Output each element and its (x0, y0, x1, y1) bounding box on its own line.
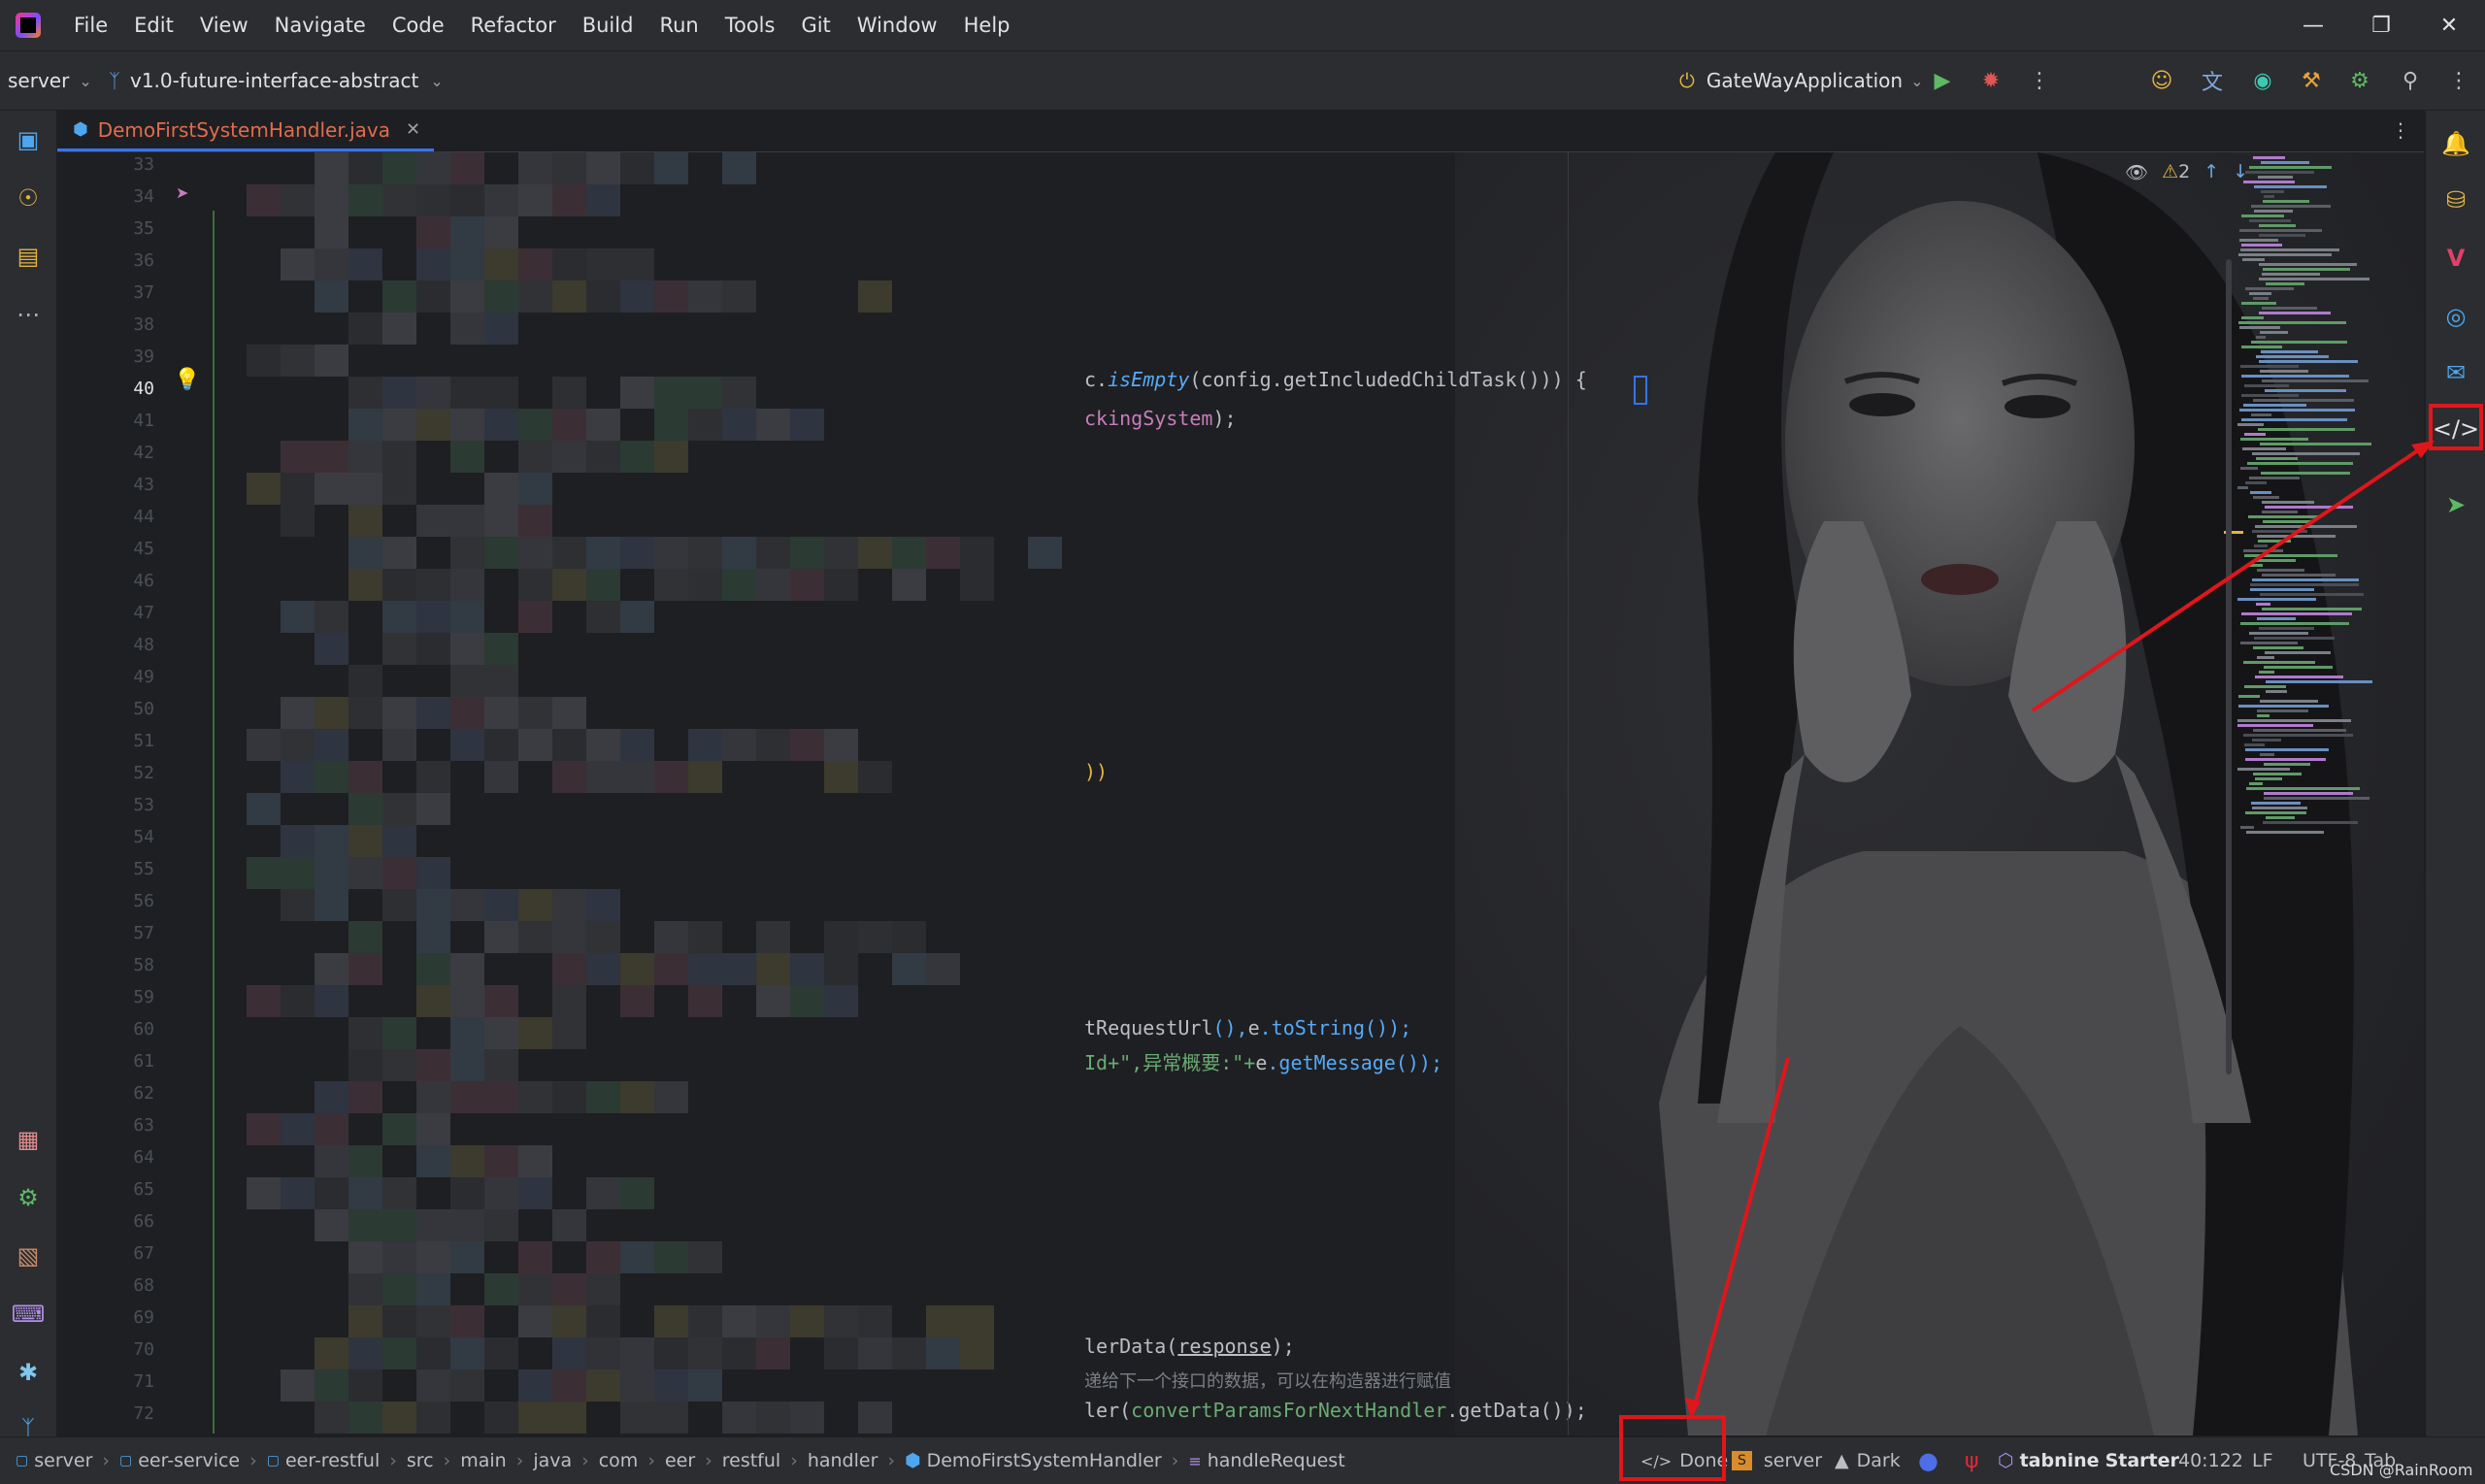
highlight-box-done (1619, 1415, 1726, 1481)
tabnine-label: tabnine (2019, 1450, 2100, 1471)
caret-position[interactable]: 40:122 (2178, 1437, 2243, 1484)
breadcrumb-item[interactable]: handleRequest (1208, 1450, 1345, 1471)
annotation-arrow-top (2031, 446, 2423, 712)
chevron-right-icon: › (581, 1450, 589, 1471)
breadcrumb-item[interactable]: handler (808, 1450, 878, 1471)
breadcrumb-item[interactable]: server (34, 1450, 92, 1471)
breadcrumb-item[interactable]: src (407, 1450, 434, 1471)
server-icon: S (1732, 1451, 1752, 1470)
breadcrumb-item[interactable]: restful (722, 1450, 780, 1471)
breadcrumb-item[interactable]: java (533, 1450, 572, 1471)
chevron-right-icon: › (1171, 1450, 1179, 1471)
theme-status[interactable]: ▲ Dark (1835, 1437, 1901, 1484)
chevron-right-icon: › (515, 1450, 524, 1471)
arrow-head (2411, 441, 2435, 458)
class-icon: ⬢ (905, 1450, 921, 1471)
chevron-right-icon: › (705, 1450, 712, 1471)
annotation-arrow-bottom (1693, 1057, 1790, 1406)
breadcrumb-item[interactable]: eer-restful (285, 1450, 380, 1471)
chevron-right-icon: › (389, 1450, 397, 1471)
theme-label: Dark (1856, 1450, 1901, 1471)
breadcrumb-item[interactable]: eer (665, 1450, 695, 1471)
tabnine-icon: ⬡ (1998, 1450, 2014, 1471)
module-icon: ▢ (16, 1453, 29, 1468)
status-bar: ▢ server › ▢ eer-service › ▢ eer-restful › src… (0, 1436, 2485, 1484)
chevron-right-icon: › (443, 1450, 451, 1471)
breadcrumb-item[interactable]: eer-service (138, 1450, 240, 1471)
breadcrumb-item[interactable]: com (599, 1450, 639, 1471)
breadcrumb: ▢ server › ▢ eer-service › ▢ eer-restful › src… (16, 1437, 1345, 1484)
tabnine-plan: Starter (2104, 1450, 2179, 1471)
chevron-right-icon: › (102, 1450, 110, 1471)
server-label: server (1763, 1450, 1823, 1471)
status-dot-icon[interactable]: ● (1918, 1437, 1938, 1484)
tabnine-status[interactable]: ⬡ tabnine Starter (1998, 1437, 2179, 1484)
breadcrumb-item[interactable]: DemoFirstSystemHandler (927, 1450, 1162, 1471)
chevron-right-icon: › (790, 1450, 798, 1471)
theme-icon: ▲ (1835, 1450, 1849, 1471)
method-icon: ≡ (1188, 1451, 1202, 1470)
chevron-right-icon: › (249, 1450, 257, 1471)
annotation-arrows (1685, 441, 2435, 1419)
breadcrumb-item[interactable]: main (460, 1450, 506, 1471)
line-separator[interactable]: LF (2252, 1437, 2273, 1484)
yapi-icon[interactable]: ψ (1965, 1437, 1979, 1484)
module-icon: ▢ (266, 1453, 280, 1468)
chevron-right-icon: › (887, 1450, 895, 1471)
server-status[interactable]: S server (1732, 1437, 1822, 1484)
watermark: CSDN @RainRoom (2330, 1460, 2473, 1479)
module-icon: ▢ (119, 1453, 133, 1468)
chevron-right-icon: › (647, 1450, 655, 1471)
